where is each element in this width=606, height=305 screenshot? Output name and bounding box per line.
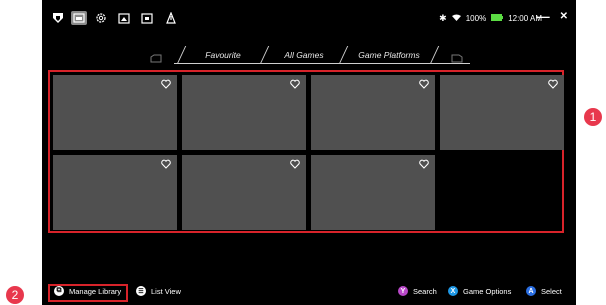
game-tile[interactable] bbox=[182, 155, 306, 230]
favorite-heart-icon[interactable] bbox=[290, 79, 300, 89]
tab-game-platforms[interactable]: Game Platforms bbox=[344, 46, 434, 64]
bluetooth-icon: ✱ bbox=[439, 13, 447, 23]
select-button[interactable]: A Select bbox=[526, 286, 562, 296]
top-bar: ✱ 100% 12:00 AM — ✕ bbox=[42, 0, 576, 36]
screen-icon[interactable] bbox=[139, 11, 155, 25]
list-view-label: List View bbox=[151, 286, 181, 296]
status-area: ✱ 100% 12:00 AM bbox=[439, 13, 542, 24]
minimize-button[interactable]: — bbox=[537, 9, 550, 25]
menu-button-icon: ☰ bbox=[136, 286, 146, 296]
view-button-icon: ⧉ bbox=[54, 286, 64, 296]
tab-favourite[interactable]: Favourite bbox=[182, 46, 264, 64]
a-button-icon: A bbox=[526, 286, 536, 296]
media-icon[interactable] bbox=[116, 11, 132, 25]
game-options-label: Game Options bbox=[463, 286, 512, 296]
callout-manage-library: 2 bbox=[6, 286, 24, 304]
wifi-icon bbox=[451, 14, 461, 23]
list-view-button[interactable]: ☰ List View bbox=[136, 286, 181, 296]
favorite-heart-icon[interactable] bbox=[548, 79, 558, 89]
favorite-heart-icon[interactable] bbox=[161, 159, 171, 169]
game-options-button[interactable]: X Game Options bbox=[448, 286, 511, 296]
search-button[interactable]: Y Search bbox=[398, 286, 437, 296]
search-label: Search bbox=[413, 286, 437, 296]
favorite-heart-icon[interactable] bbox=[161, 79, 171, 89]
callout-grid: 1 bbox=[584, 108, 602, 126]
game-tile[interactable] bbox=[53, 75, 177, 150]
x-button-icon: X bbox=[448, 286, 458, 296]
favorite-heart-icon[interactable] bbox=[419, 79, 429, 89]
library-icon[interactable] bbox=[71, 11, 87, 25]
game-tile[interactable] bbox=[53, 155, 177, 230]
tab-all-games[interactable]: All Games bbox=[265, 46, 343, 64]
game-tile[interactable] bbox=[311, 75, 435, 150]
power-icon[interactable] bbox=[163, 11, 179, 25]
game-tile[interactable] bbox=[440, 75, 564, 150]
favorite-heart-icon[interactable] bbox=[290, 159, 300, 169]
logo-icon[interactable] bbox=[50, 11, 66, 25]
game-tile[interactable] bbox=[182, 75, 306, 150]
favorite-heart-icon[interactable] bbox=[419, 159, 429, 169]
tab-right-bumper-icon[interactable] bbox=[451, 50, 463, 68]
settings-icon[interactable] bbox=[93, 11, 109, 25]
app-window: ✱ 100% 12:00 AM — ✕ Favourite All Games … bbox=[42, 0, 576, 305]
game-tile[interactable] bbox=[311, 155, 435, 230]
manage-library-label: Manage Library bbox=[69, 286, 122, 296]
select-label: Select bbox=[541, 286, 562, 296]
tab-bar: Favourite All Games Game Platforms bbox=[42, 46, 576, 64]
battery-percent: 100% bbox=[465, 14, 487, 23]
tab-left-bumper-icon[interactable] bbox=[150, 50, 162, 68]
battery-icon bbox=[491, 14, 504, 23]
close-button[interactable]: ✕ bbox=[560, 9, 568, 25]
y-button-icon: Y bbox=[398, 286, 408, 296]
bottom-bar: ⧉ Manage Library ☰ List View Y Search X … bbox=[42, 283, 576, 305]
manage-library-button[interactable]: ⧉ Manage Library bbox=[54, 286, 121, 296]
